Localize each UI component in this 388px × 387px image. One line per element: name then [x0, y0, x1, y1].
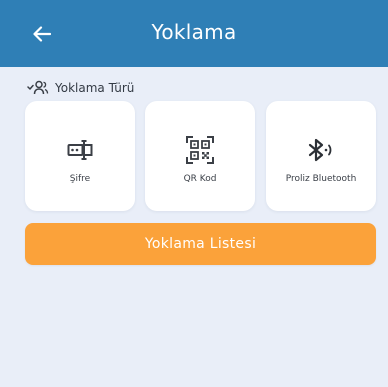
option-card-qr[interactable]: QR Kod	[145, 101, 255, 211]
option-label: QR Kod	[183, 174, 217, 184]
password-field-icon	[67, 140, 93, 160]
option-label: Şifre	[69, 174, 91, 184]
attendance-list-button[interactable]: Yoklama Listesi	[25, 223, 376, 265]
bluetooth-icon	[308, 138, 332, 162]
option-card-password[interactable]: Şifre	[25, 101, 135, 211]
option-card-bluetooth[interactable]: Proliz Bluetooth	[266, 101, 376, 211]
qr-code-icon	[186, 136, 214, 164]
section-header: Yoklama Türü	[27, 80, 134, 96]
app-bar: Yoklama	[0, 0, 388, 67]
people-check-icon	[27, 80, 49, 95]
option-label: Proliz Bluetooth	[285, 174, 357, 184]
page-title: Yoklama	[151, 20, 237, 44]
section-label: Yoklama Türü	[55, 81, 135, 95]
